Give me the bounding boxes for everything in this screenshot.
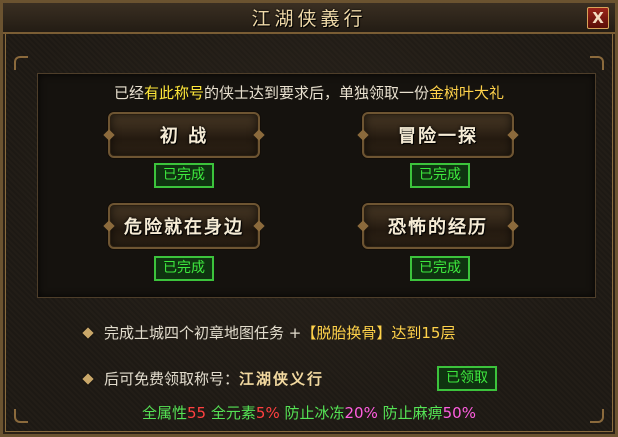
reward-prefix: 后可免费领取称号： (104, 370, 240, 388)
intro-text: 已经有此称号的侠士达到要求后，单独领取一份金树叶大礼 (0, 82, 618, 103)
achievement-status-badge: 已完成 (410, 163, 470, 188)
task-requirement: 完成土城四个初章地图任务 + 【脱胎换骨】 达到15层 (82, 322, 456, 343)
achievement-name: 恐怖的经历 (388, 217, 488, 238)
stat-value: 55 (187, 404, 207, 422)
intro-highlight-title: 有此称号 (143, 84, 204, 102)
stat-label: 防止冰冻 (284, 404, 345, 422)
achievement-plate[interactable]: 初 战 (108, 112, 260, 158)
reward-title-name: 江湖侠义行 (239, 370, 325, 388)
achievement-status-badge: 已完成 (154, 256, 214, 281)
achievement-status-badge: 已完成 (410, 256, 470, 281)
window-title: 江湖侠義行 (251, 8, 367, 30)
achievement-plate[interactable]: 危险就在身边 (108, 203, 260, 249)
intro-highlight-reward: 金树叶大礼 (429, 84, 505, 102)
frame-corner-ornament (14, 56, 28, 70)
frame-corner-ornament (590, 56, 604, 70)
achievement-panel (37, 73, 596, 298)
task-highlight: 【脱胎换骨】 (301, 324, 392, 342)
achievement-plate[interactable]: 恐怖的经历 (362, 203, 514, 249)
bullet-diamond-icon (82, 372, 94, 385)
achievement-name: 冒险一探 (398, 126, 478, 147)
stat-label: 防止麻痹 (382, 404, 443, 422)
stat-value: 50% (442, 404, 476, 422)
achievement-name: 初 战 (159, 126, 209, 147)
stat-label: 全属性 (142, 404, 188, 422)
reward-line: 后可免费领取称号： 江湖侠义行 (82, 368, 325, 389)
intro-part: 的侠士达到要求后，单独领取一份 (204, 84, 430, 102)
title-stats: 全属性55 全元素5% 防止冰冻20% 防止麻痹50% (0, 402, 618, 423)
achievement-status-badge: 已完成 (154, 163, 214, 188)
close-button[interactable]: X (587, 7, 609, 29)
stat-value: 5% (255, 404, 280, 422)
stat-value: 20% (344, 404, 378, 422)
task-prefix: 完成土城四个初章地图任务 + (104, 324, 302, 342)
intro-part: 已经 (113, 84, 144, 102)
task-suffix: 达到15层 (391, 324, 456, 342)
bullet-diamond-icon (82, 326, 94, 339)
achievement-name: 危险就在身边 (124, 217, 244, 238)
stat-label: 全元素 (210, 404, 256, 422)
claimed-button[interactable]: 已领取 (437, 366, 497, 391)
close-icon: X (592, 9, 604, 27)
title-bar: 江湖侠義行 X (3, 3, 615, 34)
achievement-plate[interactable]: 冒险一探 (362, 112, 514, 158)
